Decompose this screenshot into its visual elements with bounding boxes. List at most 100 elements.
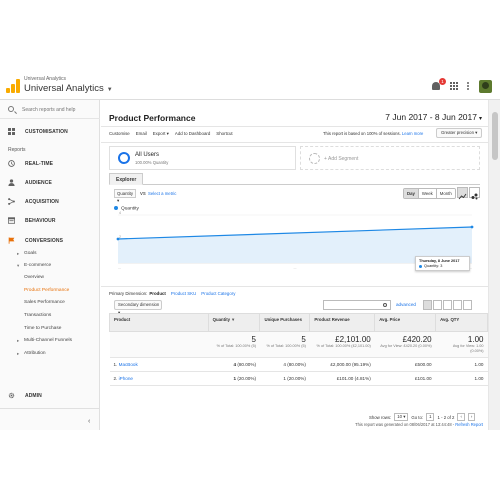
property-selector[interactable]: Universal Analytics ▼ [24,83,113,94]
sidebar-item-time-to-purchase[interactable]: Time to Purchase [24,326,61,331]
sampling-text: This report is based on 100% of sessions… [323,131,401,136]
motion-chart-icon[interactable] [469,187,480,200]
metric-selector[interactable]: Quantity ▾ [114,189,136,203]
column-header-label: Quantity [212,317,231,322]
sidebar-item-label: CUSTOMISATION [25,129,68,135]
more-options-icon[interactable] [467,81,470,91]
sidebar-item-acquisition[interactable]: ACQUISITION [0,195,100,209]
sidebar-item-label: BEHAVIOUR [25,218,56,224]
avg-price-cell: £500.00 [374,357,436,372]
week-button[interactable]: Week [418,189,437,198]
notifications-bell-icon[interactable]: 1 [431,77,446,92]
primary-dimension-bar: Primary Dimension: Product Product SKU Prod… [109,291,235,296]
cell-value: 1 [233,376,237,381]
date-range-picker[interactable]: 7 Jun 2017 - 8 Jun 2017 ▾ [385,112,482,122]
column-header-unique-purchases[interactable]: Unique Purchases [259,313,311,332]
apps-grid-icon[interactable] [450,82,458,90]
month-button[interactable]: Month [436,189,455,198]
sidebar-item-behaviour[interactable]: BEHAVIOUR [0,214,100,228]
sidebar: CUSTOMISATION Reports REAL-TIME AUDIENCE… [0,100,100,430]
tab-explorer[interactable]: Explorer [109,173,144,185]
shortcut-button[interactable]: Shortcut [216,131,232,137]
percentage-view-icon[interactable] [433,300,442,310]
property-name: Universal Analytics [24,83,104,94]
primary-dimension-label: Primary Dimension: [109,291,148,296]
sidebar-item-customisation[interactable]: CUSTOMISATION [0,125,100,139]
quantity-cell: 1 (20.00%) [208,371,260,386]
date-range-value: 7 Jun 2017 - 8 Jun 2017 [385,112,477,122]
sidebar-item-ecommerce[interactable]: E-commerce [17,263,51,269]
scrollbar-thumb[interactable] [492,112,498,160]
next-page-icon[interactable]: › [467,413,476,421]
column-header-product[interactable]: Product [109,313,209,332]
column-header-quantity[interactable]: Quantity ▾ [207,313,261,332]
product-sku-link[interactable]: Product SKU [171,291,196,296]
chevron-down-icon: ▾ [403,414,406,419]
advanced-filter-link[interactable]: advanced [396,302,416,307]
row-index: 1. [113,362,118,367]
period-toggle: Day Week Month [403,188,456,199]
sidebar-item-admin[interactable]: ADMIN [0,389,100,403]
sidebar-item-sales-performance[interactable]: Sales Performance [24,300,65,305]
sampling-note: This report is based on 100% of sessions… [323,131,423,136]
search-input[interactable] [22,105,96,114]
sidebar-item-multichannel-funnels[interactable]: Multi-Channel Funnels [17,338,72,344]
product-category-link[interactable]: Product Category [201,291,235,296]
dashboard-grid-icon [8,128,15,135]
acquisition-branch-icon [8,198,15,205]
refresh-report-link[interactable]: Refresh Report [455,422,483,427]
sort-desc-icon: ▾ [232,317,235,322]
scrollbar[interactable] [488,100,500,430]
export-button[interactable]: Export ▾ [153,131,169,137]
chevron-down-icon: ▼ [106,87,113,93]
sidebar-item-overview[interactable]: Overview [24,275,44,280]
show-rows-label: Show rows: [369,414,392,420]
column-header-product-revenue[interactable]: Product Revenue [309,313,376,332]
performance-view-icon[interactable] [443,300,452,310]
sidebar-item-transactions[interactable]: Transactions [24,313,51,318]
pivot-view-icon[interactable] [463,300,472,310]
avg-qty-cell: 1.00 [435,371,488,386]
column-header-avg-price[interactable]: Avg. Price [374,313,437,332]
total-note: % of Total: 100.00% (£2,101.00) [316,344,371,348]
add-segment-button[interactable]: + Add Segment [300,146,480,170]
cell-pct: (95.19%) [352,362,371,367]
sidebar-item-conversions[interactable]: CONVERSIONS [0,234,100,248]
day-button[interactable]: Day [404,189,419,198]
product-link[interactable]: MacBook [119,362,138,367]
column-header-avg-qty[interactable]: Avg. QTY [435,313,488,332]
precision-dropdown[interactable]: Greater precision ▾ [436,128,482,138]
sidebar-item-product-performance[interactable]: Product Performance [24,288,69,293]
line-chart-icon[interactable] [457,187,468,200]
chevron-left-icon[interactable]: ‹ [88,418,90,425]
goto-page-input[interactable]: 1 [426,413,435,421]
add-to-dashboard-button[interactable]: Add to Dashboard [175,131,210,137]
total-note: % of Total: 100.00% (5) [216,344,256,348]
sidebar-item-realtime[interactable]: REAL-TIME [0,157,100,171]
totals-cell: 1.00 Avg for View: 1.00 (0.00%) [435,331,488,358]
data-table-icon[interactable] [423,300,432,310]
segment-all-users[interactable]: All Users 100.00% Quantity [109,146,296,170]
vs-label: VS [140,191,146,196]
product-link[interactable]: iPhone [119,376,133,381]
email-button[interactable]: Email [136,131,147,137]
total-note: % of Total: 100.00% (5) [266,344,306,348]
report-toolbar: Customise Email Export ▾ Add to Dashboar… [109,131,233,137]
sidebar-item-audience[interactable]: AUDIENCE [0,176,100,190]
customise-button[interactable]: Customise [109,131,130,137]
table-search-input[interactable] [323,300,391,310]
secondary-dimension-dropdown[interactable]: Secondary dimension ▾ [114,300,162,315]
learn-more-link[interactable]: Learn more [402,131,423,136]
prev-page-icon[interactable]: ‹ [457,413,465,421]
sidebar-item-attribution[interactable]: Attribution [17,351,45,357]
avatar[interactable] [479,79,492,93]
sidebar-item-goals[interactable]: Goals [17,251,36,257]
comparison-view-icon[interactable] [453,300,462,310]
segment-circle-icon [118,152,130,164]
rows-per-page-select[interactable]: 10 ▾ [394,413,409,421]
chart-type-toggle [457,187,480,200]
select-metric-link[interactable]: Select a metric [148,191,176,196]
totals-cell: £2,101.00% of Total: 100.00% (£2,101.00) [309,331,375,358]
page-title: Product Performance [109,113,196,123]
cell-value: 4 [233,362,237,367]
